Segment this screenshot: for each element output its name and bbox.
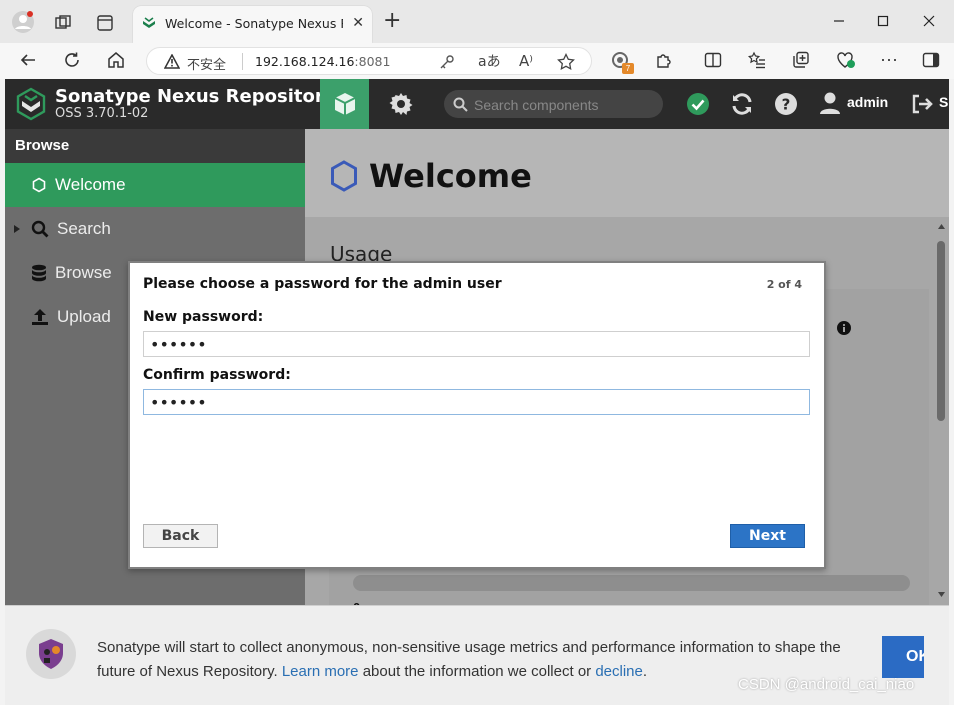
upload-icon: [32, 309, 48, 325]
favorite-star-icon[interactable]: [557, 53, 575, 71]
learn-more-link[interactable]: Learn more: [282, 663, 359, 680]
info-icon[interactable]: [837, 321, 851, 335]
nexus-header: Sonatype Nexus Repository OSS 3.70.1-02 …: [5, 79, 949, 129]
sign-out-icon[interactable]: [911, 93, 933, 115]
profile-icon[interactable]: [9, 8, 37, 36]
tab-title: Welcome - Sonatype Nexus Repository: [165, 16, 343, 31]
user-icon[interactable]: [819, 91, 841, 115]
browse-mode-button[interactable]: [320, 79, 369, 129]
sidebar-header: Browse: [5, 129, 305, 163]
browser-tab-bar: Welcome - Sonatype Nexus Repository ✕ +: [0, 0, 954, 43]
split-screen-icon[interactable]: [704, 51, 722, 69]
product-title: Sonatype Nexus Repository: [55, 86, 336, 107]
home-icon[interactable]: [102, 46, 130, 74]
sonatype-logo-icon[interactable]: [15, 87, 47, 121]
tab-close-icon[interactable]: ✕: [352, 15, 364, 31]
sidebar-item-welcome[interactable]: Welcome: [5, 163, 305, 207]
read-aloud-translate-icon[interactable]: aあ: [478, 51, 501, 71]
setup-wizard-dialog: Please choose a password for the admin u…: [128, 261, 826, 569]
immersive-reader-icon[interactable]: A⁾: [519, 52, 533, 70]
address-bar[interactable]: 不安全 192.168.124.16:8081 aあ A⁾: [146, 47, 592, 75]
search-icon: [453, 97, 468, 112]
sidebar-item-label: Browse: [55, 263, 112, 282]
expand-triangle-icon[interactable]: [13, 224, 21, 234]
scrollbar-thumb[interactable]: [937, 241, 945, 421]
search-icon: [31, 220, 49, 238]
wizard-step-indicator: 2 of 4: [766, 278, 802, 291]
help-icon[interactable]: ?: [774, 92, 798, 116]
new-tab-button[interactable]: +: [383, 10, 401, 32]
next-button[interactable]: Next: [730, 524, 805, 548]
notice-text-end: .: [642, 663, 648, 680]
insecure-label: 不安全: [187, 57, 227, 72]
new-password-field[interactable]: [143, 331, 810, 357]
maximize-icon[interactable]: [868, 8, 898, 34]
welcome-hexagon-icon: [331, 160, 357, 192]
back-arrow-icon[interactable]: [14, 46, 42, 74]
workspaces-icon[interactable]: [49, 9, 77, 37]
warning-triangle-icon[interactable]: [164, 54, 180, 69]
cube-icon: [334, 93, 355, 115]
minimize-icon[interactable]: [824, 8, 854, 34]
collections-icon[interactable]: [792, 51, 810, 69]
tab-actions-icon[interactable]: [91, 9, 119, 37]
system-status-check-icon[interactable]: [686, 92, 710, 116]
sign-out-label[interactable]: S: [939, 94, 948, 110]
svg-text:?: ?: [782, 96, 791, 114]
sidebar-item-label: Upload: [57, 307, 111, 326]
extension-icon[interactable]: 7: [610, 51, 634, 74]
window-close-icon[interactable]: [914, 8, 944, 34]
back-button[interactable]: Back: [143, 524, 218, 548]
admin-settings-gear-icon[interactable]: [389, 92, 413, 116]
privacy-shield-icon: [26, 629, 76, 679]
sidebar-item-label: Search: [57, 219, 111, 238]
product-version: OSS 3.70.1-02: [55, 106, 149, 121]
user-name[interactable]: admin: [847, 94, 888, 110]
component-search-input[interactable]: [472, 94, 656, 116]
scroll-up-icon[interactable]: [937, 223, 946, 230]
dialog-title: Please choose a password for the admin u…: [143, 276, 502, 292]
browser-essentials-icon[interactable]: [836, 51, 856, 69]
database-icon: [32, 264, 46, 282]
key-icon[interactable]: [439, 54, 455, 70]
address-divider: [242, 53, 243, 70]
refresh-sync-icon[interactable]: [730, 92, 754, 116]
confirm-password-label: Confirm password:: [143, 367, 291, 383]
hexagon-icon: [32, 177, 46, 193]
welcome-header: Welcome: [305, 129, 949, 217]
ok-button[interactable]: OK: [882, 636, 924, 678]
more-options-icon[interactable]: ···: [880, 49, 898, 70]
notice-text-middle: about the information we collect or: [358, 663, 596, 680]
new-password-label: New password:: [143, 309, 264, 325]
page-title: Welcome: [369, 157, 532, 195]
sidebar-toggle-icon[interactable]: [922, 51, 940, 69]
csdn-watermark: CSDN @android_cai_niao: [738, 676, 915, 693]
component-search-box[interactable]: [444, 90, 663, 118]
favorites-list-icon[interactable]: [748, 51, 766, 69]
confirm-password-field[interactable]: [143, 389, 810, 415]
puzzle-extensions-icon[interactable]: [655, 51, 673, 69]
browser-tab[interactable]: Welcome - Sonatype Nexus Repository ✕: [133, 6, 372, 43]
usage-progress-bar: [353, 575, 910, 591]
url-text[interactable]: 192.168.124.16:8081: [255, 54, 390, 69]
sidebar-item-search[interactable]: Search: [5, 207, 305, 251]
url-port: :8081: [354, 54, 391, 69]
extension-badge: 7: [622, 63, 634, 74]
decline-link[interactable]: decline: [595, 663, 643, 680]
refresh-icon[interactable]: [58, 46, 86, 74]
main-scrollbar[interactable]: [934, 221, 949, 605]
url-host: 192.168.124.16: [255, 54, 355, 69]
nexus-favicon-icon: [141, 15, 157, 31]
sidebar-item-label: Welcome: [55, 175, 126, 194]
scroll-down-icon[interactable]: [937, 591, 946, 598]
